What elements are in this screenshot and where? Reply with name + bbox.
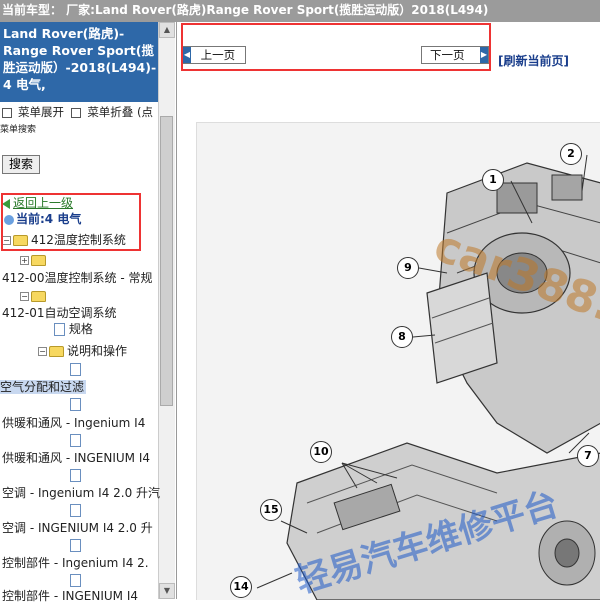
tree-label[interactable]: 空气分配和过滤: [0, 380, 84, 394]
menu-collapse-suffix: (点: [136, 105, 153, 119]
collapse-icon[interactable]: [71, 107, 82, 118]
scroll-up-icon[interactable]: ▲: [159, 22, 175, 38]
folder-icon: [31, 255, 46, 266]
search-button[interactable]: 搜索: [2, 155, 40, 174]
tree-item-ac-1[interactable]: 空调 - Ingenium I4 2.0 升汽: [2, 486, 160, 500]
tree-item-spec[interactable]: 规格: [54, 322, 93, 336]
callout-2: 2: [560, 143, 582, 165]
scroll-down-icon[interactable]: ▼: [159, 583, 175, 599]
menu-toggle-row: 菜单展开 菜单折叠 (点: [2, 104, 153, 120]
collapse-toggle-icon[interactable]: −: [20, 292, 29, 301]
document-icon: [70, 539, 81, 552]
tree-item-expander[interactable]: −: [20, 289, 49, 303]
tree-label[interactable]: 空调 - INGENIUM I4 2.0 升: [2, 521, 153, 535]
tree-doc-row[interactable]: [70, 573, 81, 587]
scroll-thumb[interactable]: [160, 116, 173, 406]
tree-label[interactable]: 规格: [69, 322, 93, 336]
menu-search-label: 菜单搜索: [0, 125, 37, 135]
callout-15: 15: [260, 499, 282, 521]
tree-label[interactable]: 空调 - Ingenium I4 2.0 升汽: [2, 486, 160, 500]
current-model-text: 当前车型： 厂家:Land Rover(路虎)Range Rover Sport…: [2, 3, 489, 17]
tree-item-412-00[interactable]: 412-00温度控制系统 - 常规: [2, 271, 152, 285]
tree-label[interactable]: 说明和操作: [67, 344, 127, 358]
tree-label[interactable]: 供暖和通风 - Ingenium I4: [2, 416, 145, 430]
collapse-toggle-icon[interactable]: −: [38, 347, 47, 356]
menu-collapse-link[interactable]: 菜单折叠: [87, 105, 133, 119]
highlight-box-tree: [1, 193, 141, 251]
tree-label[interactable]: 控制部件 - Ingenium I4 2.: [2, 556, 149, 570]
tree-doc-row[interactable]: [70, 538, 81, 552]
sidebar-title: Land Rover(路虎)-Range Rover Sport(揽胜运动版）-…: [0, 22, 158, 102]
refresh-link[interactable]: [刷新当前页]: [498, 52, 569, 69]
callout-1: 1: [482, 169, 504, 191]
tree-item-heating-2[interactable]: 供暖和通风 - INGENIUM I4: [2, 451, 150, 465]
expand-icon[interactable]: [2, 107, 12, 118]
tree-item-ac-2[interactable]: 空调 - INGENIUM I4 2.0 升: [2, 521, 153, 535]
tree-item-heating-1[interactable]: 供暖和通风 - Ingenium I4: [2, 416, 145, 430]
highlight-box-nav: [181, 23, 491, 71]
tree-item-expander[interactable]: +: [20, 253, 49, 267]
tree-item-air-distribution[interactable]: 空气分配和过滤: [0, 380, 87, 394]
menu-expand-link[interactable]: 菜单展开: [18, 105, 64, 119]
document-icon: [70, 398, 81, 411]
document-icon: [54, 323, 65, 336]
tree-doc-row[interactable]: [70, 468, 81, 482]
document-icon: [70, 504, 81, 517]
callout-8: 8: [391, 326, 413, 348]
callout-10: 10: [310, 441, 332, 463]
tree-item-desc[interactable]: − 说明和操作: [38, 344, 127, 358]
tree-label[interactable]: 供暖和通风 - INGENIUM I4: [2, 451, 150, 465]
callout-7: 7: [577, 445, 599, 467]
document-icon: [70, 434, 81, 447]
tree-label[interactable]: 控制部件 - INGENIUM I4: [2, 589, 138, 603]
folder-icon: [49, 346, 64, 357]
folder-icon: [31, 291, 46, 302]
expand-toggle-icon[interactable]: +: [20, 256, 29, 265]
document-icon: [70, 574, 81, 587]
tree-doc-row[interactable]: [70, 362, 81, 376]
document-icon: [70, 469, 81, 482]
tree-doc-row[interactable]: [70, 433, 81, 447]
tree-item-412-01[interactable]: 412-01自动空调系统: [2, 306, 117, 320]
tree-label[interactable]: 412-00温度控制系统 - 常规: [2, 271, 152, 285]
document-icon: [70, 363, 81, 376]
tree-item-control-1[interactable]: 控制部件 - Ingenium I4 2.: [2, 556, 149, 570]
sidebar-scrollbar[interactable]: ▲ ▼: [158, 22, 175, 599]
tree-label[interactable]: 412-01自动空调系统: [2, 306, 117, 320]
callout-14: 14: [230, 576, 252, 598]
callout-9: 9: [397, 257, 419, 279]
tree-item-control-2[interactable]: 控制部件 - INGENIUM I4: [2, 589, 138, 603]
top-bar: 当前车型： 厂家:Land Rover(路虎)Range Rover Sport…: [0, 0, 600, 22]
tree-doc-row[interactable]: [70, 397, 81, 411]
tree-doc-row[interactable]: [70, 503, 81, 517]
